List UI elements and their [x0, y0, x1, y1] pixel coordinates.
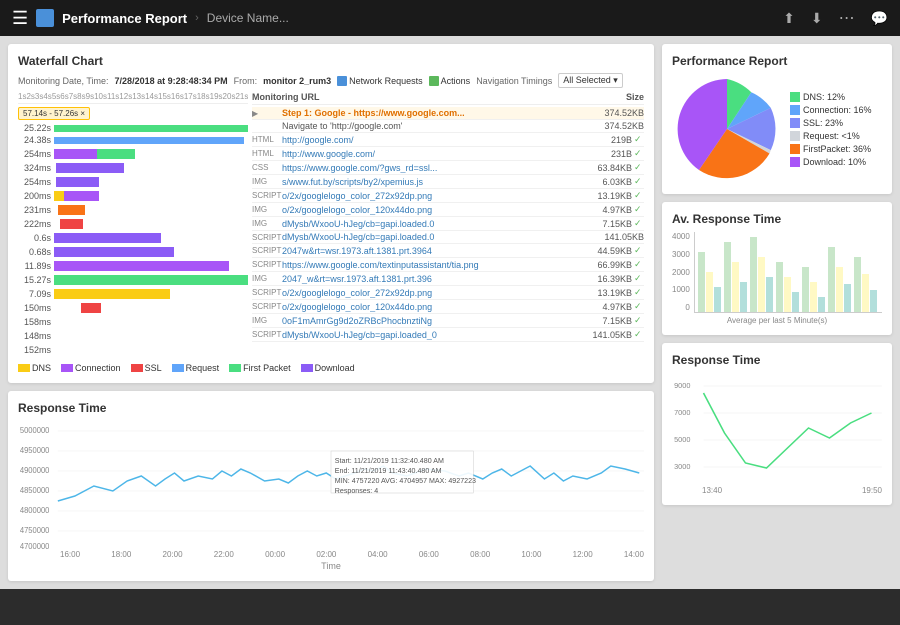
av-response-x-label: Average per last 5 Minute(s): [672, 316, 882, 325]
url-row: IMG s/www.fut.by/scripts/by2/xpemius.js …: [252, 175, 644, 189]
waterfall-bar-row: 15.27s: [18, 274, 248, 286]
waterfall-bar-row: 254ms: [18, 176, 248, 188]
svg-text:3000: 3000: [674, 463, 690, 471]
url-row: IMG 2047_w&rt=wsr.1973.aft.1381.prt.396 …: [252, 272, 644, 286]
waterfall-legend: DNS Connection SSL Request First Packet: [18, 363, 644, 373]
waterfall-bar-row: 152ms: [18, 344, 248, 356]
waterfall-bar-row: 148ms: [18, 330, 248, 342]
waterfall-bar-row: 150ms: [18, 302, 248, 314]
monitoring-date-label: Monitoring Date, Time:: [18, 76, 109, 86]
nav-timings-label: Navigation Timings: [476, 76, 552, 86]
waterfall-bar-row: 222ms: [18, 218, 248, 230]
monitoring-date-value: 7/28/2018 at 9:28:48:34 PM: [115, 76, 228, 86]
url-row: ▶ Step 1: Google - https://www.google.co…: [252, 107, 644, 120]
response-time-right-title: Response Time: [672, 353, 882, 367]
page-title: Performance Report: [62, 11, 187, 26]
waterfall-bar-row: 324ms: [18, 162, 248, 174]
waterfall-bar-row: 11.89s: [18, 260, 248, 272]
hamburger-icon[interactable]: ☰: [12, 8, 28, 29]
waterfall-bar-row: 231ms: [18, 204, 248, 216]
app-logo: [36, 9, 54, 27]
url-row: SCRIPT https://www.google.com/textinputa…: [252, 258, 644, 272]
svg-text:4950000: 4950000: [20, 446, 50, 455]
url-row: SCRIPT o/2x/googlelogo_color_272x92dp.pn…: [252, 286, 644, 300]
pie-chart: [672, 74, 782, 184]
cb-actions[interactable]: Actions: [429, 76, 471, 86]
av-response-y-labels: 4000 3000 2000 1000 0: [672, 232, 692, 312]
url-row: SCRIPT dMysb/WxooU-hJeg/cb=gapi.loaded_0…: [252, 328, 644, 342]
svg-text:4900000: 4900000: [20, 466, 50, 475]
av-response-chart: [694, 232, 882, 313]
perf-report-title: Performance Report: [672, 54, 882, 68]
svg-text:4700000: 4700000: [20, 542, 50, 551]
response-time-left-panel: Response Time 5000000 4950000 4900000 48…: [8, 391, 654, 581]
svg-text:5000000: 5000000: [20, 426, 50, 435]
right-col: Performance Report: [662, 44, 892, 581]
selected-range-badge[interactable]: 57.14s - 57.26s ×: [18, 107, 90, 120]
url-row: HTML http://www.google.com/ 231B ✓: [252, 147, 644, 161]
waterfall-bar-row: 158ms: [18, 316, 248, 328]
waterfall-panel: Waterfall Chart Monitoring Date, Time: 7…: [8, 44, 654, 383]
url-row: Navigate to 'http://google.com' 374.52KB: [252, 120, 644, 133]
from-value: monitor 2_rum3: [263, 76, 331, 86]
url-row: SCRIPT o/2x/googlelogo_color_272x92dp.pn…: [252, 189, 644, 203]
svg-text:End: 11/21/2019 11:43:40.48: End: 11/21/2019 11:43:40.480 AM: [335, 466, 442, 475]
svg-text:Responses: 4: Responses: 4: [335, 486, 378, 495]
device-name[interactable]: Device Name...: [207, 11, 289, 25]
url-row: HTML http://google.com/ 219B ✓: [252, 133, 644, 147]
av-response-time-panel: Av. Response Time 4000 3000 2000 1000 0: [662, 202, 892, 335]
url-row: SCRIPT 2047w&rt=wsr.1973.aft.1381.prt.39…: [252, 244, 644, 258]
waterfall-bar-row: 0.68s: [18, 246, 248, 258]
response-time-x-axis-label: Time: [18, 561, 644, 571]
waterfall-bar-row: 200ms: [18, 190, 248, 202]
performance-report-pie-panel: Performance Report: [662, 44, 892, 194]
from-label: From:: [234, 76, 258, 86]
dropdown-all-selected[interactable]: All Selected ▾: [558, 73, 623, 88]
download-icon[interactable]: ⬇: [811, 10, 823, 27]
chat-icon[interactable]: 💬: [871, 10, 888, 27]
url-row: IMG 0oF1mAmrGg9d2oZRBcPhocbnztiNg 7.15KB…: [252, 314, 644, 328]
breadcrumb-separator: ›: [195, 12, 199, 24]
svg-text:4800000: 4800000: [20, 506, 50, 515]
url-row: SCRIPT o/2x/googlelogo_color_120x44do.pn…: [252, 300, 644, 314]
waterfall-bar-row: 0.6s: [18, 232, 248, 244]
url-row: IMG dMysb/WxooU-hJeg/cb=gapi.loaded.0 7.…: [252, 217, 644, 231]
size-col-header: Size: [626, 92, 644, 102]
url-row: SCRIPT dMysb/WxooU-hJeg/cb=gapi.loaded.0…: [252, 231, 644, 244]
url-row: CSS https://www.google.com/?gws_rd=ssl..…: [252, 161, 644, 175]
response-time-left-chart: 5000000 4950000 4900000 4850000 4800000 …: [18, 421, 644, 571]
svg-text:MIN: 4757220 AVG: 4704957 MA: MIN: 4757220 AVG: 4704957 MAX: 4927223: [335, 476, 476, 485]
av-response-title: Av. Response Time: [672, 212, 882, 226]
svg-text:9000: 9000: [674, 382, 690, 390]
share-icon[interactable]: ⬆: [783, 10, 795, 27]
waterfall-bar-row: 254ms: [18, 148, 248, 160]
topbar: ☰ Performance Report › Device Name... ⬆ …: [0, 0, 900, 36]
svg-text:5000: 5000: [674, 436, 690, 444]
waterfall-bar-row: 7.09s: [18, 288, 248, 300]
response-time-right-chart: 9000 7000 5000 3000 13:40 19:50: [672, 373, 882, 495]
svg-text:4750000: 4750000: [20, 526, 50, 535]
more-icon[interactable]: ⋯: [839, 8, 855, 28]
waterfall-title: Waterfall Chart: [18, 54, 644, 68]
response-time-left-title: Response Time: [18, 401, 644, 415]
waterfall-bars-area: 1s2s3s4s 5s6s7s8s 9s10s11s12s 13s14s15s1…: [18, 92, 248, 358]
cb-network[interactable]: Network Requests: [337, 76, 423, 86]
topbar-right-icons: ⬆ ⬇ ⋯ 💬: [783, 8, 888, 28]
response-time-right-panel: Response Time 9000 7000 5000 3000: [662, 343, 892, 505]
svg-text:4850000: 4850000: [20, 486, 50, 495]
pie-legend: DNS: 12% Connection: 16% SSL: 23% Reques…: [790, 92, 872, 167]
svg-text:7000: 7000: [674, 409, 690, 417]
svg-text:Start: 11/21/2019 11:32:40.4: Start: 11/21/2019 11:32:40.480 AM: [335, 456, 444, 465]
url-col-header: Monitoring URL: [252, 92, 319, 102]
url-row: IMG o/2x/googlelogo_color_120x44do.png 4…: [252, 203, 644, 217]
waterfall-url-table: Monitoring URL Size ▶ Step 1: Google - h…: [252, 92, 644, 358]
